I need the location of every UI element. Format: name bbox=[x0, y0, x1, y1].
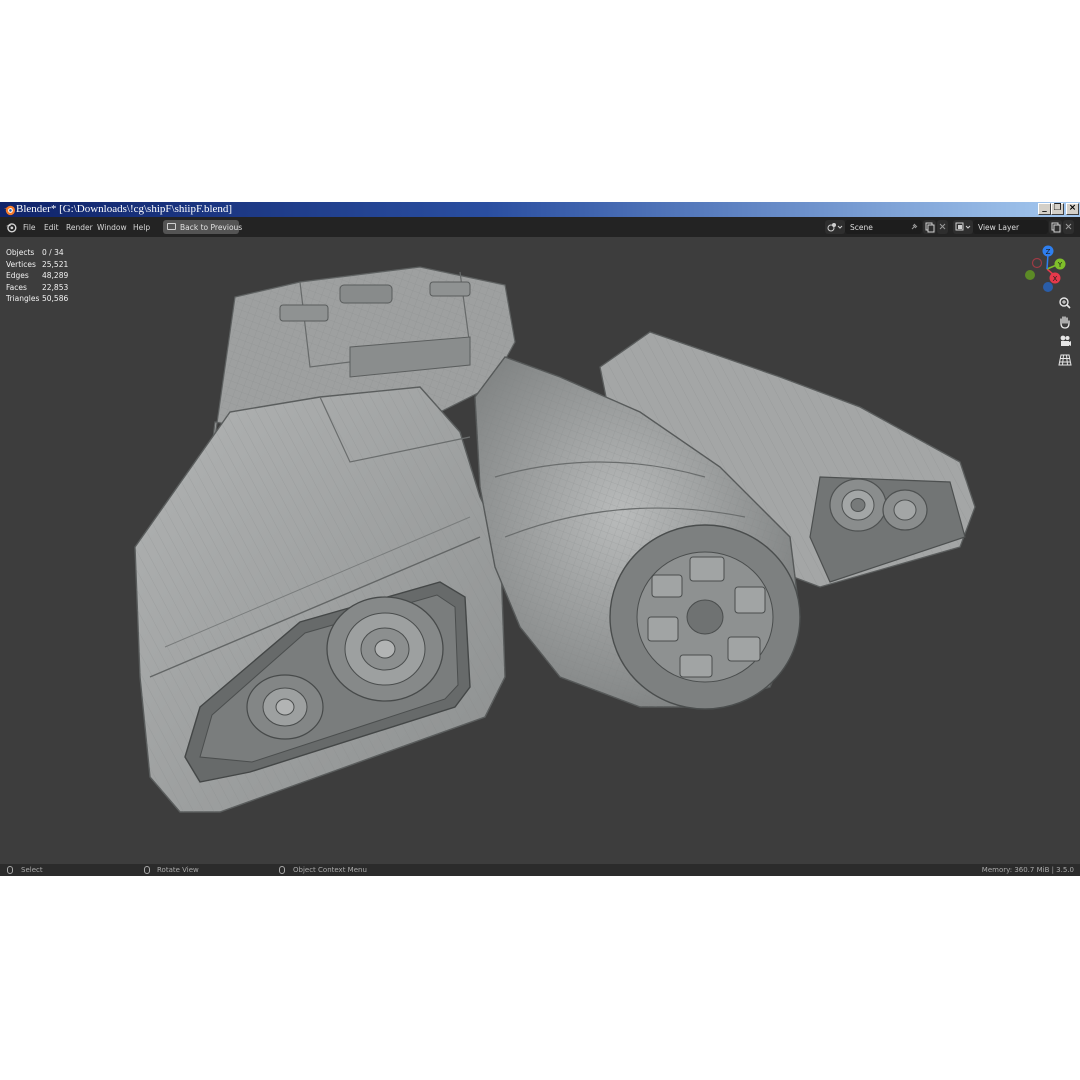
status-select: Select bbox=[21, 866, 43, 874]
blender-logo-icon bbox=[3, 205, 16, 216]
stat-vertices: Vertices 25,521 bbox=[6, 259, 69, 269]
minimize-button[interactable]: _ bbox=[1038, 203, 1051, 215]
negative-x-axis[interactable] bbox=[1031, 257, 1043, 269]
duplicate-icon bbox=[925, 222, 935, 233]
close-icon bbox=[939, 223, 946, 230]
status-context-menu: Object Context Menu bbox=[293, 866, 367, 874]
menu-render[interactable]: Render bbox=[66, 223, 93, 232]
status-bar: Select Rotate View Object Context Menu M… bbox=[0, 864, 1080, 876]
z-axis-label: Z bbox=[1046, 248, 1051, 256]
negative-z-axis[interactable] bbox=[1043, 282, 1053, 292]
3d-viewport[interactable] bbox=[0, 237, 1080, 864]
view-layer-name: View Layer bbox=[978, 223, 1020, 232]
camera-view-button[interactable] bbox=[1056, 332, 1074, 350]
blender-menu-icon[interactable] bbox=[5, 221, 17, 233]
spaceship-model[interactable] bbox=[134, 266, 976, 813]
scene-name: Scene bbox=[850, 223, 873, 232]
perspective-toggle-button[interactable] bbox=[1056, 351, 1074, 369]
delete-scene-button[interactable] bbox=[937, 220, 948, 234]
camera-icon bbox=[1060, 335, 1071, 346]
menu-file[interactable]: File bbox=[23, 223, 36, 232]
back-to-previous-button[interactable]: Back to Previous bbox=[163, 220, 243, 234]
view-layer-browse-button[interactable] bbox=[953, 220, 973, 234]
zoom-icon bbox=[1059, 297, 1071, 309]
stat-triangles: Triangles 50,586 bbox=[6, 294, 69, 303]
restore-button[interactable]: ❐ bbox=[1051, 203, 1064, 215]
hand-icon bbox=[1060, 316, 1070, 329]
stat-objects: Objects 0 / 34 bbox=[6, 248, 64, 257]
mouse-left-icon bbox=[7, 866, 13, 874]
new-scene-button[interactable] bbox=[923, 220, 936, 234]
close-button[interactable]: × bbox=[1066, 203, 1079, 215]
window-title-bar: Blender* [G:\Downloads\!cg\shipF\shiipF.… bbox=[0, 202, 1080, 217]
navigation-gizmo[interactable]: X Y Z bbox=[1018, 240, 1076, 298]
back-to-previous-label: Back to Previous bbox=[180, 223, 243, 232]
duplicate-icon bbox=[1051, 222, 1061, 233]
scene-name-field[interactable]: Scene bbox=[845, 220, 922, 234]
mouse-right-icon bbox=[279, 866, 285, 874]
negative-y-axis[interactable] bbox=[1025, 270, 1035, 280]
blender-window: Blender* [G:\Downloads\!cg\shipF\shiipF.… bbox=[0, 202, 1080, 876]
menu-edit[interactable]: Edit bbox=[44, 223, 59, 232]
viewport-statistics: Objects 0 / 34 Vertices 25,521 Edges 48,289… bbox=[6, 247, 68, 305]
menu-help[interactable]: Help bbox=[133, 223, 150, 232]
top-menu-bar: File Edit Render Window Help Back to Pre… bbox=[0, 217, 1080, 237]
screen-icon bbox=[167, 223, 176, 230]
status-rotate-view: Rotate View bbox=[157, 866, 199, 874]
pan-button[interactable] bbox=[1056, 313, 1074, 331]
grid-icon bbox=[1058, 354, 1072, 366]
view-layer-field[interactable]: View Layer bbox=[973, 220, 1048, 234]
scene-icon bbox=[827, 223, 843, 232]
stat-edges: Edges 48,289 bbox=[6, 271, 69, 280]
status-memory-version: Memory: 360.7 MiB | 3.5.0 bbox=[981, 866, 1074, 874]
render-layers-icon bbox=[955, 222, 971, 231]
delete-view-layer-button[interactable] bbox=[1063, 220, 1074, 234]
window-title: Blender* [G:\Downloads\!cg\shipF\shiipF.… bbox=[16, 203, 233, 215]
pin-icon[interactable] bbox=[910, 223, 918, 231]
x-axis-label: X bbox=[1053, 275, 1058, 283]
menu-window[interactable]: Window bbox=[97, 223, 127, 232]
close-icon bbox=[1065, 223, 1072, 230]
scene-browse-button[interactable] bbox=[825, 220, 845, 234]
mouse-middle-icon bbox=[144, 866, 150, 874]
y-axis-label: Y bbox=[1057, 261, 1063, 269]
new-view-layer-button[interactable] bbox=[1049, 220, 1062, 234]
stat-faces: Faces 22,853 bbox=[6, 282, 69, 292]
zoom-button[interactable] bbox=[1056, 294, 1074, 312]
